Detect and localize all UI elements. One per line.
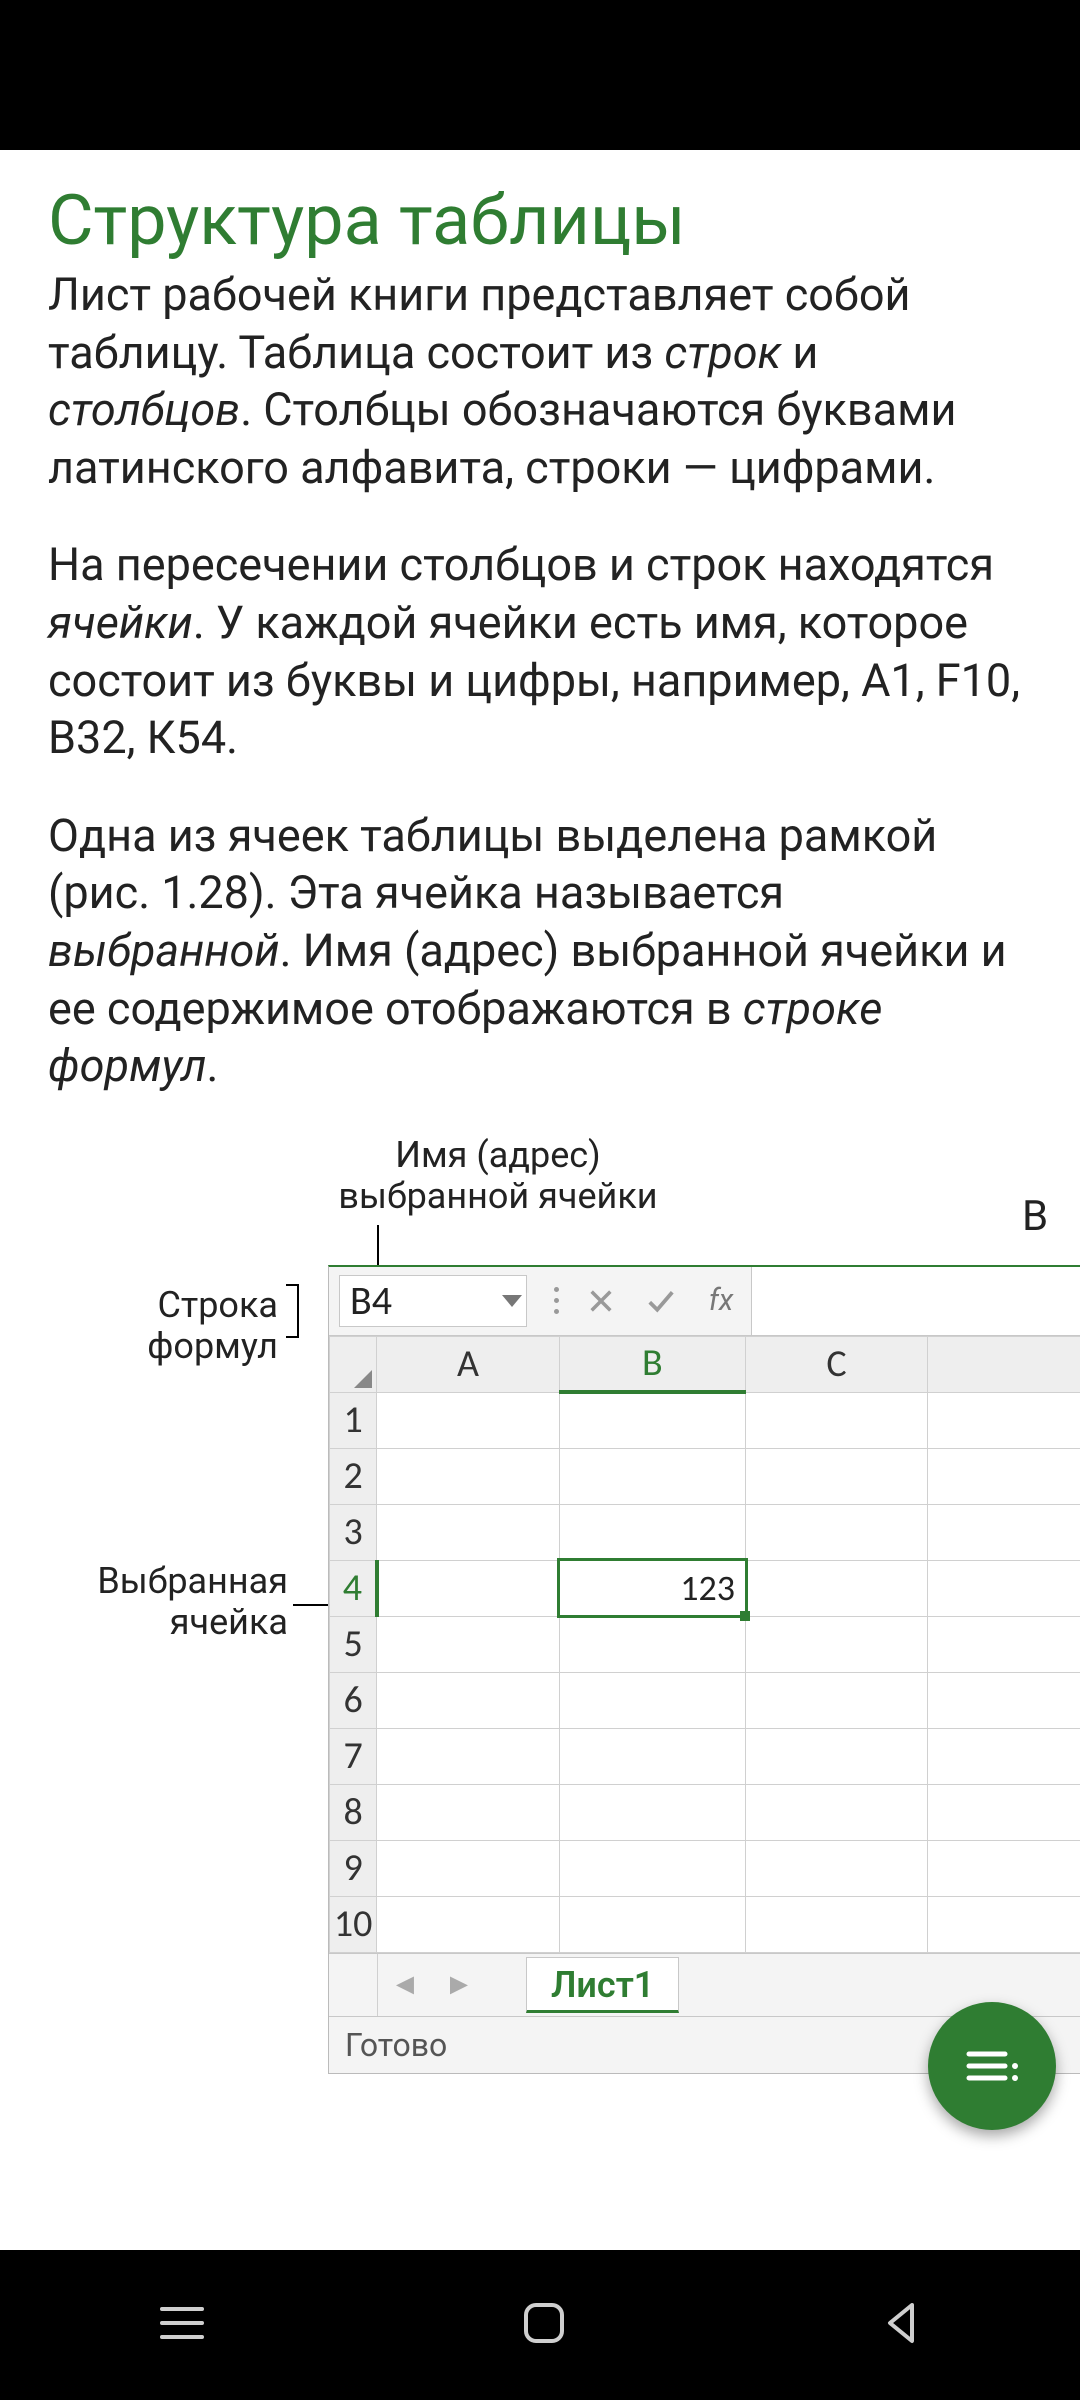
cell-C7[interactable]: [746, 1728, 928, 1784]
excel-figure: Имя (адрес) выбранной ячейки Строка форм…: [48, 1135, 1032, 2145]
cell-A2[interactable]: [377, 1448, 559, 1504]
callout-name-box-l1: Имя (адрес): [395, 1134, 600, 1176]
callout-formula-bar-l2: формул: [147, 1325, 278, 1367]
cell-B3[interactable]: [559, 1504, 745, 1560]
row-header-10[interactable]: 10: [330, 1896, 377, 1952]
para2-b: . У каждой ячейки есть имя, которое сост…: [48, 596, 1020, 764]
formula-bar: B4 fx: [329, 1267, 1080, 1336]
callout-formula-bar-l1: Строка: [157, 1284, 278, 1326]
col-header-C[interactable]: C: [746, 1336, 928, 1392]
cell-A7[interactable]: [377, 1728, 559, 1784]
list-icon: [965, 2046, 1019, 2086]
formula-input[interactable]: [751, 1267, 1080, 1335]
callout-selected-cell-l2: ячейка: [170, 1601, 288, 1643]
cell-A10[interactable]: [377, 1896, 559, 1952]
para1-i1: строк: [664, 326, 781, 379]
cell-B7[interactable]: [559, 1728, 745, 1784]
cell-A8[interactable]: [377, 1784, 559, 1840]
select-all-corner[interactable]: [330, 1336, 377, 1392]
formula-accept-icon[interactable]: [631, 1267, 691, 1335]
col-header-B[interactable]: B: [559, 1336, 745, 1392]
name-box-value: B4: [350, 1276, 392, 1325]
excel-window: B4 fx: [328, 1265, 1080, 2074]
cell-C1[interactable]: [746, 1392, 928, 1448]
sheet-nav-next-icon[interactable]: ►: [432, 1967, 486, 2002]
cell-B1[interactable]: [559, 1392, 745, 1448]
formula-cancel-icon[interactable]: [571, 1267, 631, 1335]
cell-A3[interactable]: [377, 1504, 559, 1560]
para2-a: На пересечении столбцов и строк находятс…: [48, 538, 994, 591]
row-header-5[interactable]: 5: [330, 1616, 377, 1672]
para3-c: .: [206, 1039, 218, 1092]
para1-i2: столбцов: [48, 383, 240, 436]
nav-home-icon[interactable]: [520, 2299, 568, 2351]
col-header-A[interactable]: A: [377, 1336, 559, 1392]
cell-C5[interactable]: [746, 1616, 928, 1672]
para3-a: Одна из ячеек таблицы выделена рамкой (р…: [48, 809, 937, 920]
name-box-dropdown-icon[interactable]: [502, 1295, 522, 1307]
sheet-nav-prev-icon[interactable]: ◄: [378, 1967, 432, 2002]
row-header-6[interactable]: 6: [330, 1672, 377, 1728]
name-box[interactable]: B4: [339, 1275, 527, 1327]
nav-back-icon[interactable]: [880, 2301, 924, 2349]
cell-B4-selected[interactable]: 123: [559, 1560, 745, 1616]
row-header-9[interactable]: 9: [330, 1840, 377, 1896]
callout-selected-cell: Выбранная ячейка: [58, 1561, 288, 1644]
callout-name-box-l2: выбранной ячейки: [338, 1175, 657, 1217]
row-header-4[interactable]: 4: [330, 1560, 377, 1616]
row-header-7[interactable]: 7: [330, 1728, 377, 1784]
cell-B5[interactable]: [559, 1616, 745, 1672]
para2-i1: ячейки: [48, 596, 193, 649]
callout-formula-bar: Строка формул: [108, 1285, 278, 1368]
cell-A9[interactable]: [377, 1840, 559, 1896]
nav-recent-icon[interactable]: [156, 2303, 208, 2347]
cell-C10[interactable]: [746, 1896, 928, 1952]
cell-B10[interactable]: [559, 1896, 745, 1952]
cell-B8[interactable]: [559, 1784, 745, 1840]
row-header-8[interactable]: 8: [330, 1784, 377, 1840]
para-2: На пересечении столбцов и строк находятс…: [48, 536, 1032, 766]
sheet-tab-active[interactable]: Лист1: [526, 1957, 679, 2013]
status-text: Готово: [345, 2026, 447, 2064]
cell-B2[interactable]: [559, 1448, 745, 1504]
cell-A4[interactable]: [377, 1560, 559, 1616]
para-3: Одна из ячеек таблицы выделена рамкой (р…: [48, 807, 1032, 1095]
row-header-2[interactable]: 2: [330, 1448, 377, 1504]
cell-A5[interactable]: [377, 1616, 559, 1672]
worksheet-grid[interactable]: A B C 1 2 3 4 123 5 6 7 8 9 10: [329, 1336, 1080, 1953]
para3-i1: выбранной: [48, 924, 280, 977]
row-header-3[interactable]: 3: [330, 1504, 377, 1560]
para1-b: и: [781, 326, 818, 379]
document-page: Структура таблицы Лист рабочей книги пре…: [0, 150, 1080, 2250]
cell-C9[interactable]: [746, 1840, 928, 1896]
callout-name-box: Имя (адрес) выбранной ячейки: [328, 1135, 668, 1218]
cell-C2[interactable]: [746, 1448, 928, 1504]
cell-B9[interactable]: [559, 1840, 745, 1896]
fab-contents-button[interactable]: [928, 2002, 1056, 2130]
cell-C4[interactable]: [746, 1560, 928, 1616]
fx-icon[interactable]: fx: [691, 1267, 751, 1335]
cell-B6[interactable]: [559, 1672, 745, 1728]
formula-bar-more-icon[interactable]: [541, 1267, 571, 1335]
cell-C8[interactable]: [746, 1784, 928, 1840]
row-header-1[interactable]: 1: [330, 1392, 377, 1448]
cell-A1[interactable]: [377, 1392, 559, 1448]
cell-C3[interactable]: [746, 1504, 928, 1560]
cell-A6[interactable]: [377, 1672, 559, 1728]
android-navbar: [0, 2250, 1080, 2400]
cell-C6[interactable]: [746, 1672, 928, 1728]
page-title: Структура таблицы: [48, 180, 1032, 262]
para-1: Лист рабочей книги представляет собой та…: [48, 266, 1032, 496]
col-header-extra[interactable]: [928, 1336, 1080, 1392]
callout-right-cut: В: [1022, 1193, 1048, 1241]
callout-selected-cell-l1: Выбранная: [97, 1560, 288, 1602]
